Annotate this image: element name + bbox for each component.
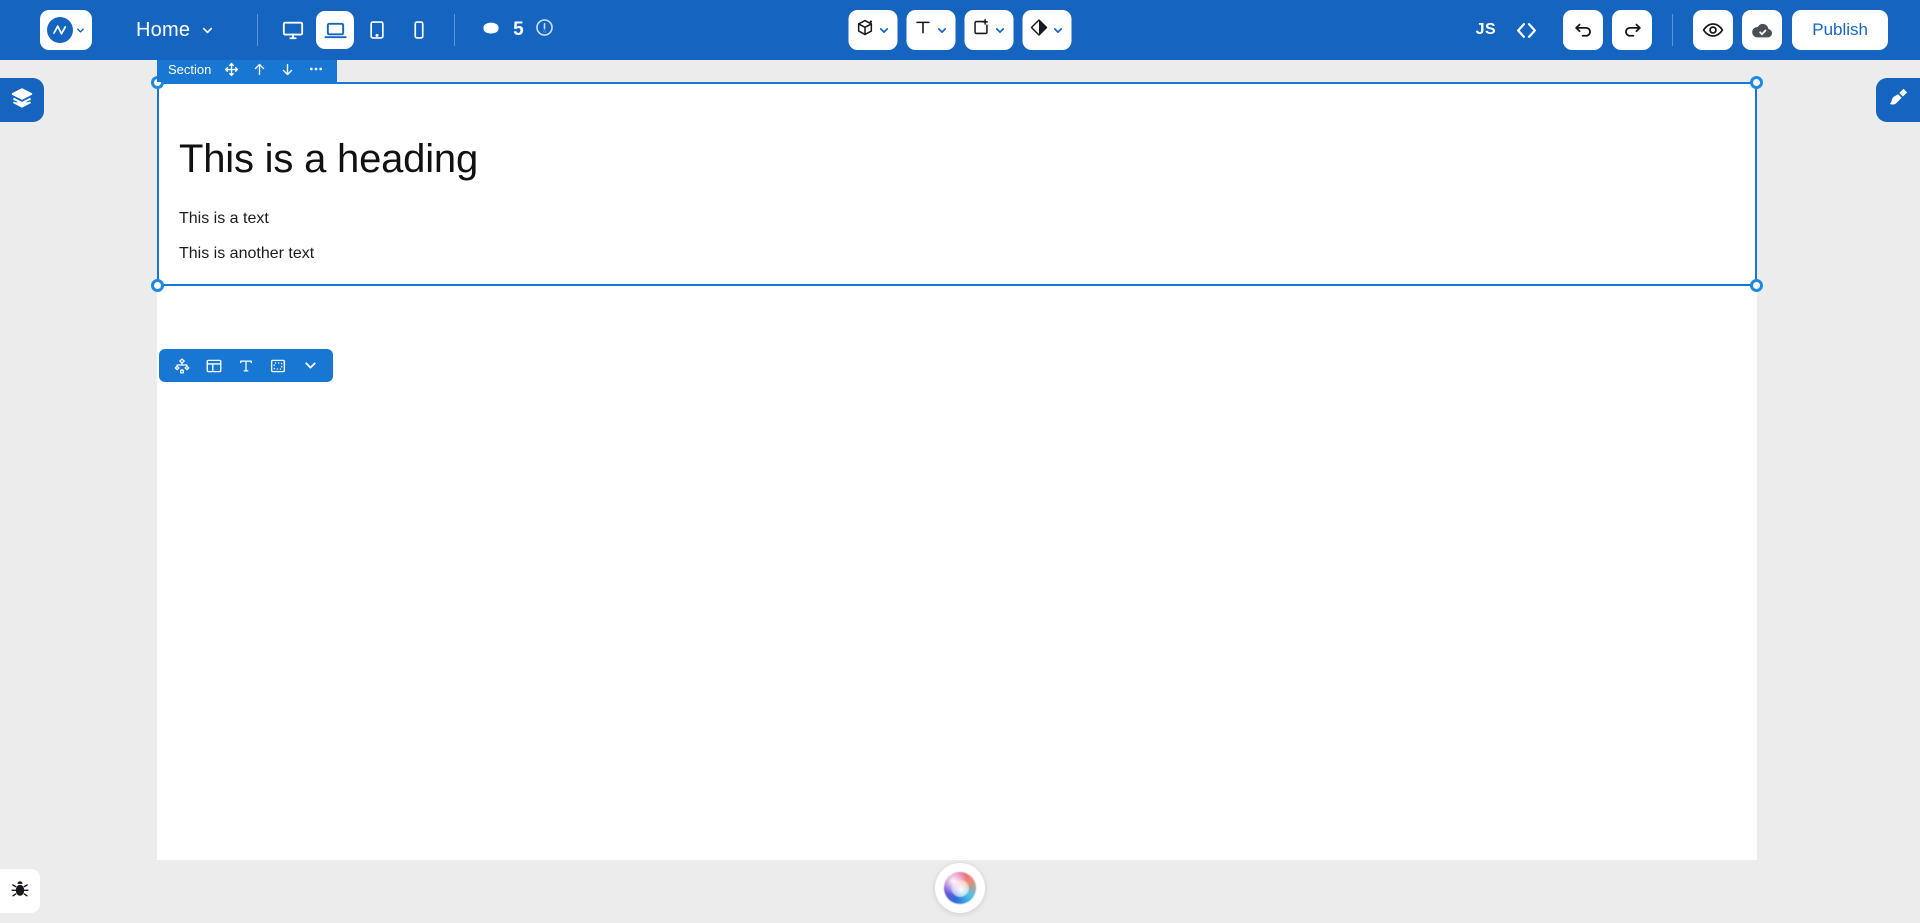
device-mobile-button[interactable] (400, 11, 438, 49)
section-label: Section (168, 61, 212, 77)
page-selector-label: Home (136, 18, 191, 41)
chevron-down-icon (878, 24, 891, 37)
theme-button[interactable] (1022, 10, 1072, 50)
element-insert-toolbar (848, 10, 1072, 50)
contrast-diamond-icon (1030, 18, 1049, 42)
undo-button[interactable] (1563, 10, 1604, 50)
move-arrows-icon[interactable] (224, 62, 239, 77)
square-plus-icon (972, 18, 991, 42)
top-toolbar: Home 5 JS Publish (0, 0, 1920, 60)
device-tablet-button[interactable] (358, 11, 396, 49)
code-editor-button[interactable] (1504, 18, 1549, 43)
divider (1672, 14, 1674, 46)
arrow-down-icon[interactable] (280, 62, 295, 77)
redo-button[interactable] (1612, 10, 1653, 50)
device-laptop-button[interactable] (316, 11, 355, 49)
page-canvas[interactable]: This is a heading This is a text This is… (157, 82, 1757, 860)
heading-text[interactable]: This is a heading (179, 134, 1735, 184)
coin-icon (480, 18, 502, 43)
divider (454, 14, 456, 46)
sitemap-icon[interactable] (169, 353, 195, 379)
paragraph-text-2[interactable]: This is another text (179, 245, 1735, 263)
bug-icon (9, 878, 31, 905)
credits-value: 5 (513, 19, 524, 40)
element-options-toolbar (159, 349, 333, 382)
paint-brush-icon (1887, 86, 1910, 114)
chevron-down-icon (75, 25, 86, 36)
brand-logo-button[interactable] (40, 10, 92, 50)
paragraph-text-1[interactable]: This is a text (179, 210, 1735, 228)
add-element-button[interactable] (848, 10, 898, 50)
toolbar-right-group: JS Publish (1468, 10, 1888, 50)
chevron-down-icon (936, 24, 949, 37)
dashed-box-icon[interactable] (265, 353, 291, 379)
editor-stage: This is a heading This is a text This is… (0, 56, 1920, 923)
divider (257, 14, 259, 46)
chevron-down-icon (994, 24, 1007, 37)
js-editor-button[interactable]: JS (1468, 21, 1505, 39)
device-desktop-button[interactable] (274, 11, 312, 49)
layout-columns-icon[interactable] (201, 353, 227, 379)
history-controls (1563, 10, 1653, 50)
arrow-up-icon[interactable] (252, 62, 267, 77)
device-switcher (274, 11, 438, 49)
layers-panel-tab[interactable] (0, 78, 44, 122)
report-bug-tab[interactable] (0, 869, 40, 913)
cube-plus-icon (856, 18, 875, 42)
add-text-button[interactable] (906, 10, 956, 50)
chevron-down-icon (1052, 24, 1065, 37)
preview-button[interactable] (1693, 10, 1734, 50)
brand-logo-icon (46, 17, 73, 43)
publish-button[interactable]: Publish (1792, 10, 1888, 50)
ai-orb-icon (944, 872, 976, 904)
design-panel-tab[interactable] (1876, 78, 1920, 122)
toolbar-left-group: Home 5 (0, 10, 554, 50)
credits-indicator[interactable]: 5 (480, 18, 554, 43)
save-status-button[interactable] (1742, 10, 1783, 50)
info-icon[interactable] (535, 18, 554, 42)
chevron-down-icon[interactable] (297, 353, 323, 379)
page-selector[interactable]: Home (136, 19, 215, 42)
text-t-icon[interactable] (233, 353, 259, 379)
add-block-button[interactable] (964, 10, 1014, 50)
text-t-icon (914, 18, 933, 42)
ai-assistant-button[interactable] (935, 863, 985, 913)
section-element[interactable]: This is a heading This is a text This is… (157, 82, 1757, 293)
chevron-down-icon (200, 23, 215, 38)
layers-icon (10, 86, 34, 115)
ellipsis-icon[interactable] (308, 61, 324, 77)
